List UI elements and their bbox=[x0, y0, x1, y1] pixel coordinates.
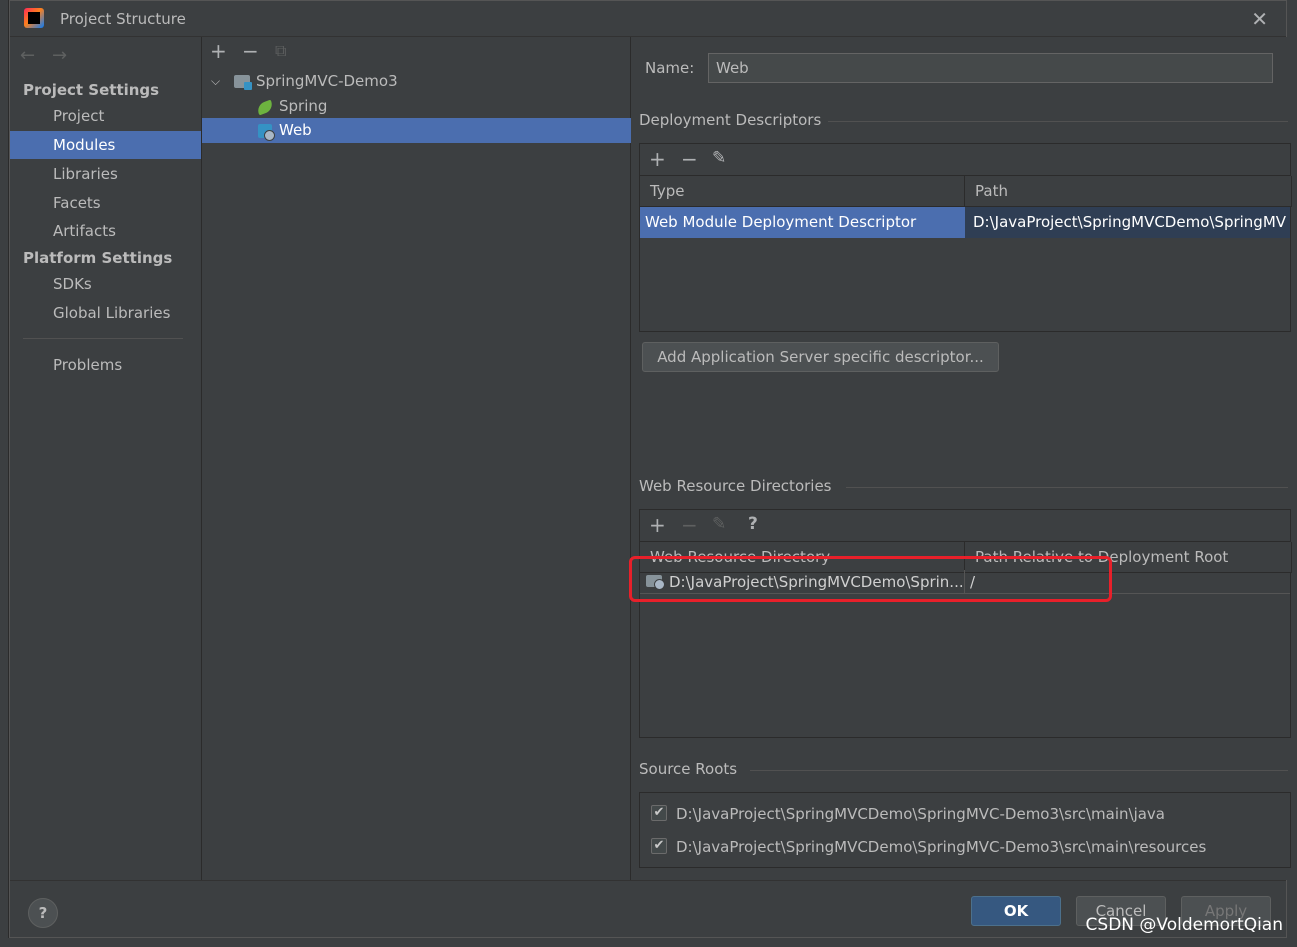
descriptor-path-cell[interactable]: D:\JavaProject\SpringMVCDemo\SpringMV bbox=[965, 207, 1290, 238]
source-root-path: D:\JavaProject\SpringMVCDemo\SpringMVC-D… bbox=[676, 838, 1207, 856]
remove-icon[interactable]: − bbox=[242, 39, 259, 63]
nav-item-facets[interactable]: Facets bbox=[10, 189, 201, 217]
source-roots-title: Source Roots bbox=[639, 760, 738, 778]
nav-item-libraries[interactable]: Libraries bbox=[10, 160, 201, 188]
source-root-checkbox[interactable]: ✔ bbox=[651, 805, 667, 821]
nav-divider bbox=[23, 338, 183, 339]
add-icon[interactable]: + bbox=[210, 39, 227, 63]
remove-icon[interactable]: − bbox=[681, 147, 698, 171]
arrow-right-icon[interactable]: → bbox=[52, 45, 67, 66]
module-tree-panel: + − ⧉ ⌵ SpringMVC-Demo3 Spring Web bbox=[202, 37, 631, 880]
remove-icon[interactable]: − bbox=[681, 513, 698, 537]
background-ide-strip bbox=[0, 0, 9, 947]
tree-node-label: Spring bbox=[279, 97, 328, 115]
web-folder-icon bbox=[646, 575, 665, 590]
nav-item-artifacts[interactable]: Artifacts bbox=[10, 217, 201, 245]
project-structure-dialog: Project Structure ✕ ← → Project Settings… bbox=[9, 0, 1292, 938]
copy-icon[interactable]: ⧉ bbox=[275, 41, 286, 61]
name-label: Name: bbox=[645, 59, 695, 77]
footer-divider bbox=[10, 880, 1286, 881]
nav-item-sdks[interactable]: SDKs bbox=[10, 270, 201, 298]
deployment-descriptors-title: Deployment Descriptors bbox=[639, 111, 822, 129]
close-icon[interactable]: ✕ bbox=[1251, 7, 1268, 31]
tree-node-label: SpringMVC-Demo3 bbox=[256, 72, 398, 90]
panel-toolbar: + − ✎ bbox=[640, 144, 1290, 176]
window-title: Project Structure bbox=[60, 10, 186, 28]
edit-pencil-icon[interactable]: ✎ bbox=[712, 148, 726, 168]
title-bar: Project Structure ✕ bbox=[10, 1, 1286, 37]
settings-nav: ← → Project Settings Project Modules Lib… bbox=[10, 37, 202, 880]
column-header-web-resource-directory[interactable]: Web Resource Directory bbox=[640, 542, 965, 573]
column-header-type[interactable]: Type bbox=[640, 176, 965, 207]
platform-settings-heading: Platform Settings bbox=[23, 249, 173, 267]
tree-node-root[interactable]: ⌵ SpringMVC-Demo3 bbox=[202, 69, 631, 94]
name-input[interactable]: Web bbox=[708, 53, 1273, 83]
edit-pencil-icon[interactable]: ✎ bbox=[712, 514, 726, 534]
section-divider bbox=[846, 487, 1288, 488]
intellij-logo-icon bbox=[24, 8, 44, 28]
section-divider bbox=[750, 770, 1288, 771]
column-header-path[interactable]: Path bbox=[965, 176, 1292, 207]
tree-node-label: Web bbox=[279, 121, 312, 139]
nav-item-modules[interactable]: Modules bbox=[10, 131, 201, 159]
nav-item-global-libraries[interactable]: Global Libraries bbox=[10, 299, 201, 327]
chevron-down-icon[interactable]: ⌵ bbox=[211, 69, 220, 94]
module-folder-icon bbox=[234, 75, 252, 90]
source-root-checkbox[interactable]: ✔ bbox=[651, 838, 667, 854]
add-icon[interactable]: + bbox=[649, 147, 666, 171]
web-resource-row[interactable]: D:\JavaProject\SpringMVCDemo\Sprin... bbox=[640, 570, 965, 594]
tree-node-web[interactable]: Web bbox=[202, 118, 631, 143]
nav-item-problems[interactable]: Problems bbox=[10, 351, 201, 379]
deployment-descriptors-panel: + − ✎ Type Path Web Module Deployment De… bbox=[639, 143, 1292, 332]
help-question-icon[interactable]: ? bbox=[748, 514, 758, 534]
source-root-path: D:\JavaProject\SpringMVCDemo\SpringMVC-D… bbox=[676, 805, 1165, 823]
descriptor-type-cell[interactable]: Web Module Deployment Descriptor bbox=[640, 207, 965, 238]
web-facet-editor: Name: Web Deployment Descriptors + − ✎ T… bbox=[632, 37, 1292, 880]
project-settings-heading: Project Settings bbox=[23, 81, 160, 99]
section-divider bbox=[828, 121, 1288, 122]
background-ide-bottom-strip bbox=[0, 938, 1297, 947]
tree-node-spring[interactable]: Spring bbox=[202, 94, 631, 119]
source-roots-panel: ✔ D:\JavaProject\SpringMVCDemo\SpringMVC… bbox=[639, 792, 1291, 868]
web-resource-directory-cell: D:\JavaProject\SpringMVCDemo\Sprin... bbox=[669, 573, 964, 591]
arrow-left-icon[interactable]: ← bbox=[20, 45, 35, 66]
watermark: CSDN @VoldemortQian bbox=[1085, 915, 1283, 935]
ok-button[interactable]: OK bbox=[971, 896, 1061, 926]
nav-item-project[interactable]: Project bbox=[10, 102, 201, 130]
column-header-relative-path[interactable]: Path Relative to Deployment Root bbox=[965, 542, 1292, 573]
add-icon[interactable]: + bbox=[649, 513, 666, 537]
web-facet-icon bbox=[258, 124, 275, 141]
panel-toolbar: + − ✎ ? bbox=[640, 510, 1290, 542]
add-server-descriptor-button[interactable]: Add Application Server specific descript… bbox=[642, 342, 999, 372]
spring-leaf-icon bbox=[255, 99, 275, 116]
web-resource-directories-title: Web Resource Directories bbox=[639, 477, 832, 495]
web-resource-directories-panel: + − ✎ ? Web Resource Directory Path Rela… bbox=[639, 509, 1292, 738]
relative-path-cell[interactable]: / bbox=[965, 570, 1290, 594]
help-button[interactable]: ? bbox=[28, 898, 58, 928]
